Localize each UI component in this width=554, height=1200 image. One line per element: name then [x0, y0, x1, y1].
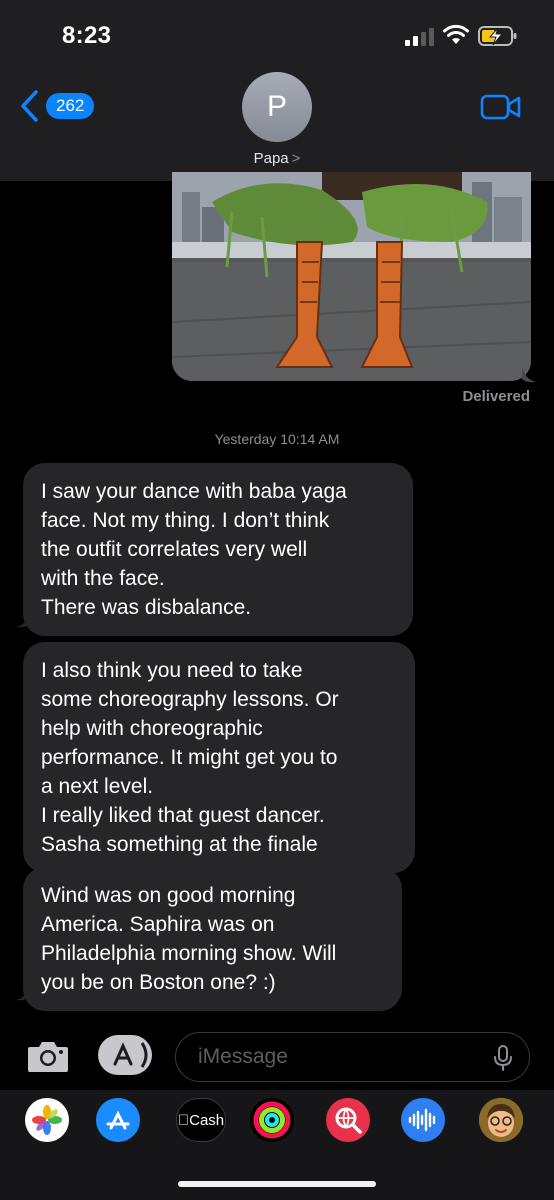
message-line: Sasha something at the finale [41, 833, 318, 856]
contact-avatar[interactable]: P [242, 72, 312, 142]
camera-icon[interactable] [26, 1038, 70, 1074]
message-line: a next level. [41, 775, 154, 798]
home-indicator[interactable] [178, 1181, 376, 1187]
chevron-left-icon [21, 90, 38, 122]
message-timestamp: Yesterday 10:14 AM [214, 431, 340, 447]
message-placeholder: iMessage [198, 1045, 288, 1068]
message-input[interactable]: iMessage [175, 1032, 530, 1082]
incoming-message[interactable]: I also think you need to take some chore… [23, 642, 415, 873]
audio-message-app-button[interactable] [401, 1098, 445, 1142]
activity-app-button[interactable] [250, 1098, 294, 1142]
photos-app-button[interactable] [25, 1098, 69, 1142]
chevron-right-icon: > [291, 150, 301, 167]
app-store-icon [113, 1042, 148, 1068]
waveform-icon [408, 1108, 436, 1132]
contact-name: Papa [253, 150, 289, 167]
photo-image [172, 172, 531, 381]
bubble-tail [522, 365, 536, 383]
incoming-message[interactable]: I saw your dance with baba yaga face. No… [23, 463, 413, 636]
facetime-video-icon[interactable] [480, 93, 522, 121]
message-line: the outfit correlates very well [41, 538, 308, 561]
photos-icon [32, 1105, 62, 1135]
wifi-icon [443, 24, 469, 44]
cellular-signal-icon [405, 28, 434, 46]
globe-search-icon [335, 1107, 362, 1134]
message-line: I really liked that guest dancer. [41, 804, 325, 827]
image-search-app-button[interactable] [326, 1098, 370, 1142]
message-line: some choreography lessons. Or [41, 688, 339, 711]
unread-count-badge: 262 [46, 93, 95, 119]
message-line: help with choreographic [41, 717, 263, 740]
app-store-app-button[interactable] [96, 1098, 140, 1142]
memoji-icon [479, 1098, 523, 1142]
incoming-message[interactable]: Wind was on good morning America. Saphir… [23, 867, 402, 1011]
memoji-app-button[interactable] [479, 1098, 523, 1142]
activity-rings-icon [253, 1101, 291, 1139]
contact-name-button[interactable]: Papa > [0, 150, 554, 167]
cash-label: Cash [178, 1111, 224, 1129]
message-line: face. Not my thing. I don’t think [41, 509, 330, 532]
cash-app-button[interactable]: Cash [176, 1098, 226, 1142]
message-line: I also think you need to take [41, 659, 303, 682]
apps-button[interactable] [98, 1035, 152, 1075]
photo-message[interactable] [172, 172, 531, 381]
message-line: performance. It might get you to [41, 746, 338, 769]
message-line: you be on Boston one? :) [41, 971, 276, 994]
delivered-status: Delivered [462, 388, 530, 405]
status-time: 8:23 [62, 22, 112, 49]
message-line: Wind was on good morning [41, 884, 296, 907]
bubble-tail [16, 983, 30, 1001]
microphone-icon[interactable] [493, 1044, 513, 1072]
message-line: with the face. [41, 567, 165, 590]
bubble-tail [16, 610, 30, 628]
navigation-header: 8:23 262 P Papa > [0, 0, 554, 181]
message-line: Philadelphia morning show. Will [41, 942, 337, 965]
app-store-icon [106, 1110, 130, 1130]
message-line: America. Saphira was on [41, 913, 275, 936]
back-button[interactable]: 262 [20, 90, 95, 122]
message-line: I saw your dance with baba yaga [41, 480, 347, 503]
message-line: There was disbalance. [41, 596, 252, 619]
battery-charging-icon [478, 26, 517, 46]
